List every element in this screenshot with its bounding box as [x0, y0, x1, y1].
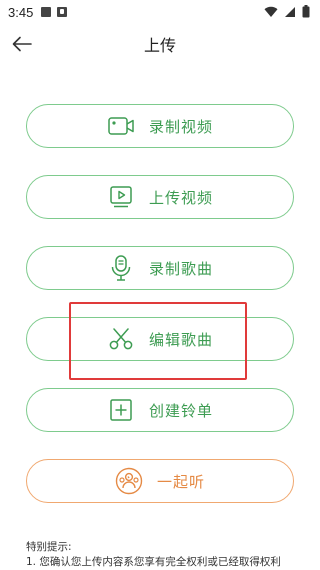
battery-icon — [302, 3, 310, 22]
status-system-icons — [264, 3, 310, 22]
record-video-label: 录制视频 — [148, 117, 213, 136]
video-camera-icon — [107, 112, 135, 140]
arrow-left-icon — [12, 36, 32, 52]
status-bar: 3:45 — [0, 0, 320, 24]
create-ringtone-list-button[interactable]: 创建铃单 — [26, 388, 294, 432]
edit-song-label: 编辑歌曲 — [148, 330, 213, 349]
upload-video-label: 上传视频 — [148, 188, 213, 207]
notification-app-icon — [57, 7, 68, 17]
header: 上传 — [0, 24, 320, 64]
wifi-icon — [264, 3, 278, 22]
create-ringtone-list-label: 创建铃单 — [148, 401, 213, 420]
status-time: 3:45 — [8, 4, 34, 20]
record-song-button[interactable]: 录制歌曲 — [26, 246, 294, 290]
record-song-label: 录制歌曲 — [148, 259, 213, 278]
record-video-button[interactable]: 录制视频 — [26, 104, 294, 148]
scissors-icon — [107, 325, 135, 353]
upload-video-button[interactable]: 上传视频 — [26, 175, 294, 219]
tips-line-1: 1. 您确认您上传内容系您享有完全权利或已经取得权利 — [26, 556, 281, 568]
microphone-icon — [107, 254, 135, 282]
status-notification-icons — [41, 7, 68, 17]
tips-title: 特别提示: — [26, 541, 72, 553]
signal-icon — [284, 3, 296, 22]
tips-section: 特别提示: 1. 您确认您上传内容系您享有完全权利或已经取得权利 — [26, 540, 316, 570]
play-video-icon — [107, 183, 135, 211]
add-box-icon — [107, 396, 135, 424]
edit-song-button[interactable]: 编辑歌曲 — [26, 317, 294, 361]
notification-square-icon — [41, 7, 52, 17]
listen-together-label: 一起听 — [156, 472, 205, 491]
group-listen-icon — [115, 467, 143, 495]
listen-together-button[interactable]: 一起听 — [26, 459, 294, 503]
back-button[interactable] — [10, 32, 34, 56]
page-title: 上传 — [143, 36, 176, 55]
